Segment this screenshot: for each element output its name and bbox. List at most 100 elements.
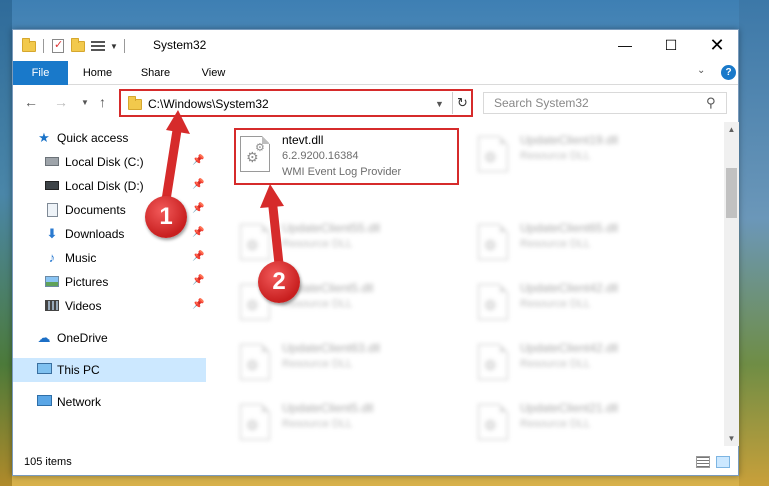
dll-file-icon: ⚙ (240, 344, 272, 382)
network-icon (36, 394, 52, 410)
back-arrow-icon[interactable]: ← (24, 94, 38, 110)
address-path[interactable]: C:\Windows\System32 (148, 97, 269, 111)
sidebar-item-local-disk-c[interactable]: Local Disk (C:) 📌 (13, 150, 206, 174)
tab-home[interactable]: Home (75, 61, 120, 85)
sidebar-item-label: Local Disk (D:) (65, 179, 144, 193)
minimize-button[interactable]: — (602, 30, 648, 61)
navigation-bar: ← → ▼ ↑ C:\Windows\System32 ▼ ↻ ⚲ (13, 86, 738, 120)
pin-icon[interactable]: 📌 (192, 203, 204, 214)
sidebar-item-label: Videos (65, 299, 102, 313)
sidebar-item-label: Local Disk (C:) (65, 155, 144, 169)
quick-access-toolbar: ▼ (21, 37, 127, 55)
drive-icon (44, 178, 60, 194)
sidebar-item-music[interactable]: ♪ Music 📌 (13, 246, 206, 270)
properties-icon[interactable] (50, 38, 66, 54)
file-item[interactable]: ⚙ UpdateClient42.dll Resource DLL (474, 336, 702, 392)
sidebar-item-quick-access[interactable]: ★ Quick access (13, 126, 206, 150)
computer-icon (36, 362, 52, 378)
sidebar-item-local-disk-d[interactable]: Local Disk (D:) 📌 (13, 174, 206, 198)
sidebar-item-label: Quick access (57, 131, 129, 145)
file-explorer-window: ▼ System32 — ☐ ✕ File Home Share View ⌄ … (12, 29, 739, 476)
close-button[interactable]: ✕ (694, 30, 740, 61)
search-input[interactable] (484, 93, 699, 113)
up-arrow-icon[interactable]: ↑ (99, 94, 106, 110)
step-1-badge: 1 (145, 196, 187, 238)
maximize-button[interactable]: ☐ (648, 30, 694, 61)
tab-share[interactable]: Share (133, 61, 178, 85)
pin-icon[interactable]: 📌 (192, 179, 204, 190)
file-item[interactable]: ⚙ UpdateClient19.dll Resource DLL (474, 128, 702, 184)
music-icon: ♪ (48, 250, 56, 265)
desktop-background-left (0, 0, 12, 486)
file-name: UpdateClient5.dll (282, 401, 374, 415)
pin-icon[interactable]: 📌 (192, 251, 204, 262)
sidebar-item-label: Downloads (65, 227, 125, 241)
file-name: UpdateClient55.dll (282, 221, 381, 235)
file-highlight-box (234, 128, 459, 185)
downloads-icon: ⬇ (46, 226, 58, 241)
desktop-background-right (739, 0, 769, 486)
file-item[interactable]: ⚙ UpdateClient65.dll Resource DLL (474, 216, 702, 272)
videos-icon (44, 298, 60, 314)
search-icon[interactable]: ⚲ (706, 95, 716, 111)
file-type: Resource DLL (282, 298, 353, 310)
file-name: UpdateClient42.dll (520, 281, 619, 295)
window-title: System32 (153, 38, 207, 52)
sidebar-item-label: Network (57, 395, 102, 409)
dll-file-icon: ⚙ (478, 136, 510, 174)
forward-arrow-icon[interactable]: → (54, 94, 68, 110)
tab-view[interactable]: View (191, 61, 236, 85)
drive-icon (44, 154, 60, 170)
sidebar-item-label: Pictures (65, 275, 109, 289)
file-name: UpdateClient65.dll (520, 221, 619, 235)
sidebar-item-label: This PC (57, 363, 100, 377)
toolbar-separator (43, 39, 44, 53)
address-bar[interactable]: C:\Windows\System32 ▼ ↻ (119, 89, 473, 117)
search-box[interactable]: ⚲ (483, 92, 727, 114)
dll-file-icon: ⚙ (240, 224, 272, 262)
sidebar-item-network[interactable]: Network (13, 390, 206, 414)
file-item[interactable]: ⚙ UpdateClient42.dll Resource DLL (474, 276, 702, 332)
file-type: Resource DLL (520, 358, 591, 370)
dll-file-icon: ⚙ (240, 404, 272, 442)
refresh-icon[interactable]: ↻ (452, 92, 472, 114)
file-type: Resource DLL (282, 358, 353, 370)
address-dropdown-icon[interactable]: ▼ (435, 99, 444, 109)
details-view-icon[interactable] (696, 456, 710, 468)
file-name: UpdateClient42.dll (520, 341, 619, 355)
file-item[interactable]: ⚙ UpdateClient63.dll Resource DLL (236, 336, 464, 392)
expand-ribbon-icon[interactable]: ⌄ (697, 65, 705, 76)
sidebar-item-onedrive[interactable]: ☁ OneDrive (13, 326, 206, 350)
recent-locations-icon[interactable]: ▼ (81, 98, 89, 107)
customize-toolbar-icon[interactable] (90, 38, 106, 54)
pin-icon[interactable]: 📌 (192, 155, 204, 166)
scroll-up-icon[interactable]: ▲ (724, 122, 739, 137)
file-type: Resource DLL (520, 298, 591, 310)
file-item[interactable]: ⚙ UpdateClient21.dll Resource DLL (474, 396, 702, 446)
toolbar-dropdown-icon[interactable]: ▼ (110, 42, 118, 51)
pin-icon[interactable]: 📌 (192, 299, 204, 310)
new-folder-icon[interactable] (70, 38, 86, 54)
pin-icon[interactable]: 📌 (192, 227, 204, 238)
help-icon[interactable]: ? (721, 65, 736, 80)
ribbon-tabs: File Home Share View ⌄ ? (13, 61, 738, 85)
tab-file[interactable]: File (13, 61, 68, 85)
sidebar-item-videos[interactable]: Videos 📌 (13, 294, 206, 318)
scroll-thumb[interactable] (726, 168, 737, 218)
status-bar: 105 items (13, 449, 738, 475)
file-name: UpdateClient21.dll (520, 401, 619, 415)
large-icons-view-icon[interactable] (716, 456, 730, 468)
file-type: Resource DLL (282, 418, 353, 430)
vertical-scrollbar[interactable]: ▲ ▼ (724, 122, 739, 446)
navigation-pane: ★ Quick access Local Disk (C:) 📌 Local D… (13, 126, 206, 447)
dll-file-icon: ⚙ (478, 344, 510, 382)
step-2-badge: 2 (258, 261, 300, 303)
folder-icon (127, 96, 143, 112)
pin-icon[interactable]: 📌 (192, 275, 204, 286)
sidebar-item-this-pc[interactable]: This PC (13, 358, 206, 382)
sidebar-item-pictures[interactable]: Pictures 📌 (13, 270, 206, 294)
documents-icon (44, 202, 60, 218)
file-item[interactable]: ⚙ UpdateClient5.dll Resource DLL (236, 396, 464, 446)
dll-file-icon: ⚙ (478, 224, 510, 262)
scroll-down-icon[interactable]: ▼ (724, 431, 739, 446)
